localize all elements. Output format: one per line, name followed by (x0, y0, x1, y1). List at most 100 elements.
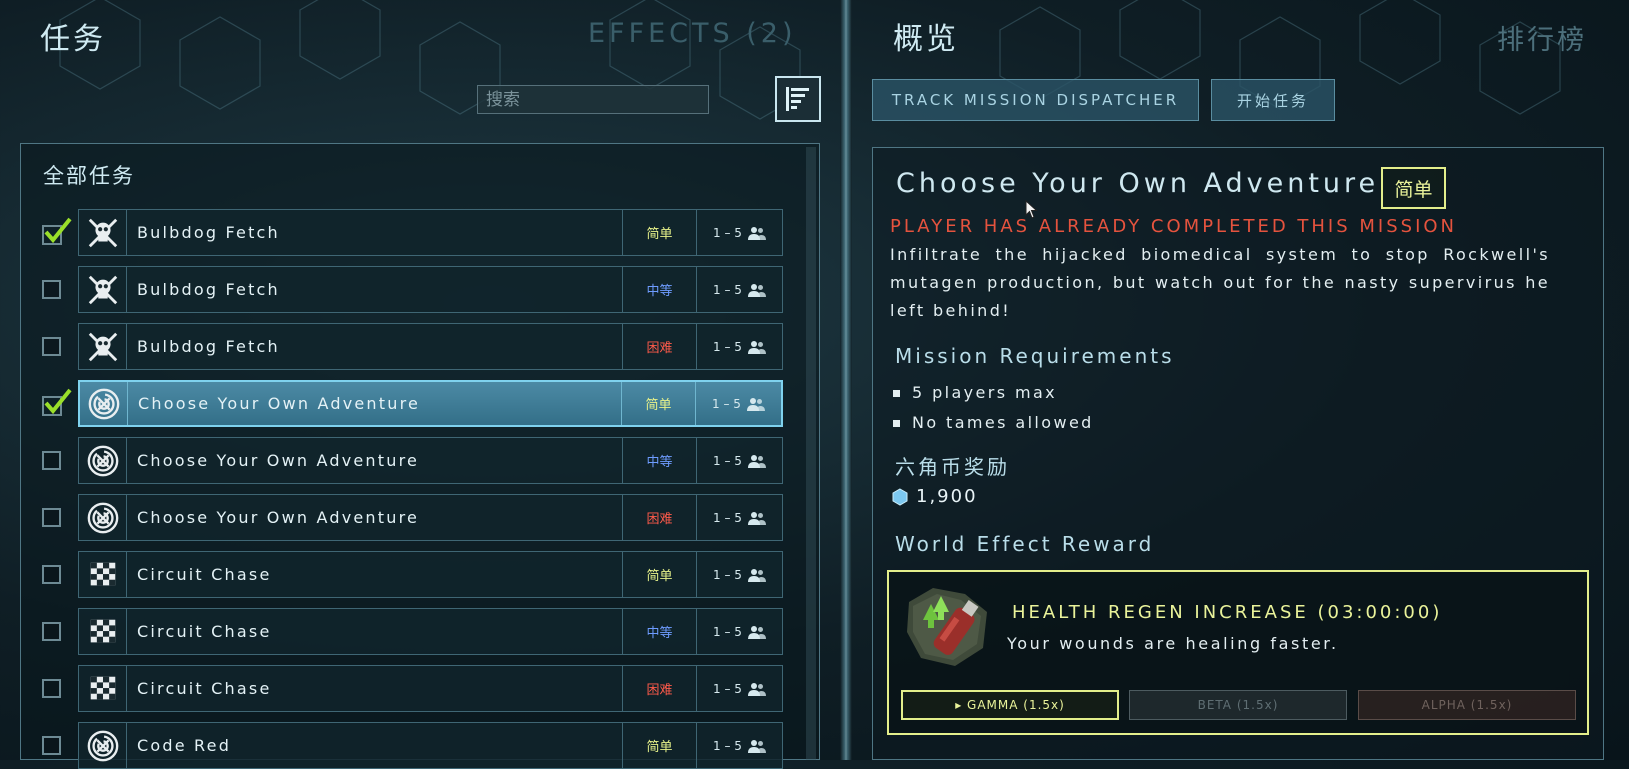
players-icon (747, 511, 766, 525)
skull-crossbones-icon (79, 267, 127, 312)
mission-description: Infiltrate the hijacked biomedical syste… (890, 245, 1550, 320)
mission-row[interactable]: Code Red 简单 1 – 5 (78, 722, 783, 769)
track-mission-dispatcher-button[interactable]: TRACK MISSION DISPATCHER (872, 79, 1199, 121)
mission-name: Circuit Chase (137, 622, 272, 641)
mission-row[interactable]: Circuit Chase 中等 1 – 5 (78, 608, 783, 655)
search-input[interactable] (477, 85, 709, 114)
player-count-text: 1 – 5 (713, 738, 742, 753)
player-count-text: 1 – 5 (713, 567, 742, 582)
player-count-text: 1 – 5 (713, 282, 742, 297)
mission-name: Bulbdog Fetch (137, 337, 280, 356)
mission-title: Choose Your Own Adventure (896, 168, 1380, 199)
mission-name: Code Red (137, 736, 232, 755)
mission-row[interactable]: Bulbdog Fetch 简单 1 – 5 (78, 209, 783, 256)
mission-name: Bulbdog Fetch (137, 280, 280, 299)
mission-name: Choose Your Own Adventure (137, 451, 420, 470)
mission-checkbox[interactable] (42, 280, 61, 299)
player-count: 1 – 5 (696, 324, 782, 369)
difficulty-label: 简单 (622, 210, 696, 255)
reward-amount: 1,900 (916, 486, 978, 507)
mission-checkbox[interactable] (42, 508, 61, 527)
players-icon (747, 568, 766, 582)
mission-name: Choose Your Own Adventure (137, 508, 420, 527)
mission-row[interactable]: Circuit Chase 简单 1 – 5 (78, 551, 783, 598)
checkered-flag-icon (79, 609, 127, 654)
players-icon (747, 682, 766, 696)
effect-description: Your wounds are healing faster. (1007, 634, 1339, 653)
leaderboard-tab[interactable]: 排行榜 (1497, 18, 1587, 57)
difficulty-label: 中等 (622, 609, 696, 654)
effect-name: HEALTH REGEN INCREASE (03:00:00) (1012, 602, 1443, 623)
skull-crossbones-icon (79, 210, 127, 255)
player-count: 1 – 5 (696, 609, 782, 654)
checkmark-icon[interactable] (42, 388, 72, 416)
tier-gamma-button[interactable]: ▸ GAMMA (1.5x) (901, 690, 1119, 720)
mission-checkbox[interactable] (42, 451, 61, 470)
player-count-text: 1 – 5 (713, 339, 742, 354)
players-icon (747, 739, 766, 753)
players-icon (747, 226, 766, 240)
difficulty-label: 中等 (622, 438, 696, 483)
missions-panel-title: 任务 (40, 22, 106, 57)
start-mission-button[interactable]: 开始任务 (1211, 79, 1335, 121)
player-count: 1 – 5 (696, 723, 782, 768)
mission-name: Circuit Chase (137, 565, 272, 584)
difficulty-label: 简单 (621, 382, 695, 425)
player-count: 1 – 5 (695, 382, 781, 425)
difficulty-label: 困难 (622, 324, 696, 369)
tier-beta-button[interactable]: BETA (1.5x) (1129, 690, 1347, 720)
mission-checkbox[interactable] (42, 565, 61, 584)
mission-checkbox[interactable] (42, 736, 61, 755)
player-count-text: 1 – 5 (712, 396, 741, 411)
mission-row[interactable]: Bulbdog Fetch 困难 1 – 5 (78, 323, 783, 370)
checkmark-icon[interactable] (42, 217, 72, 245)
player-count-text: 1 – 5 (713, 453, 742, 468)
players-icon (747, 340, 766, 354)
player-count: 1 – 5 (696, 666, 782, 711)
world-effect-heading: World Effect Reward (895, 532, 1155, 556)
mission-list-scrollbar[interactable] (806, 147, 816, 760)
mission-checkbox[interactable] (42, 622, 61, 641)
player-count-text: 1 – 5 (713, 624, 742, 639)
difficulty-label: 简单 (622, 723, 696, 768)
difficulty-label: 困难 (622, 666, 696, 711)
tier-alpha-button[interactable]: ALPHA (1.5x) (1358, 690, 1576, 720)
overview-panel-title: 概览 (893, 22, 959, 57)
difficulty-label: 困难 (622, 495, 696, 540)
maze-icon (80, 382, 128, 425)
players-icon (746, 397, 765, 411)
completed-notice: PLAYER HAS ALREADY COMPLETED THIS MISSIO… (890, 216, 1458, 237)
mission-row[interactable]: Circuit Chase 困难 1 – 5 (78, 665, 783, 712)
effects-tab[interactable]: EFFECTS (2) (588, 18, 797, 49)
player-count-text: 1 – 5 (713, 225, 742, 240)
player-count: 1 – 5 (696, 267, 782, 312)
player-count: 1 – 5 (696, 210, 782, 255)
checkered-flag-icon (79, 666, 127, 711)
mission-row[interactable]: Bulbdog Fetch 中等 1 – 5 (78, 266, 783, 313)
mission-row[interactable]: Choose Your Own Adventure 中等 1 – 5 (78, 437, 783, 484)
mission-name: Choose Your Own Adventure (138, 394, 421, 413)
difficulty-label: 简单 (622, 552, 696, 597)
mission-checkbox[interactable] (42, 679, 61, 698)
filter-button[interactable] (775, 76, 821, 122)
checkered-flag-icon (79, 552, 127, 597)
mission-checkbox[interactable] (42, 337, 61, 356)
health-potion-icon (907, 588, 987, 666)
reward-heading: 六角币奖励 (895, 455, 1010, 479)
mission-row[interactable]: Choose Your Own Adventure 困难 1 – 5 (78, 494, 783, 541)
players-icon (747, 454, 766, 468)
maze-icon (79, 495, 127, 540)
difficulty-badge: 简单 (1381, 167, 1446, 209)
panel-divider (840, 0, 852, 760)
list-filter-icon (786, 87, 809, 111)
requirement-item: No tames allowed (893, 413, 1094, 432)
players-icon (747, 625, 766, 639)
mission-row[interactable]: Choose Your Own Adventure 简单 1 – 5 (78, 380, 783, 427)
mission-name: Circuit Chase (137, 679, 272, 698)
mission-list-title: 全部任务 (43, 164, 135, 188)
player-count-text: 1 – 5 (713, 681, 742, 696)
mission-name: Bulbdog Fetch (137, 223, 280, 242)
players-icon (747, 283, 766, 297)
player-count-text: 1 – 5 (713, 510, 742, 525)
player-count: 1 – 5 (696, 495, 782, 540)
